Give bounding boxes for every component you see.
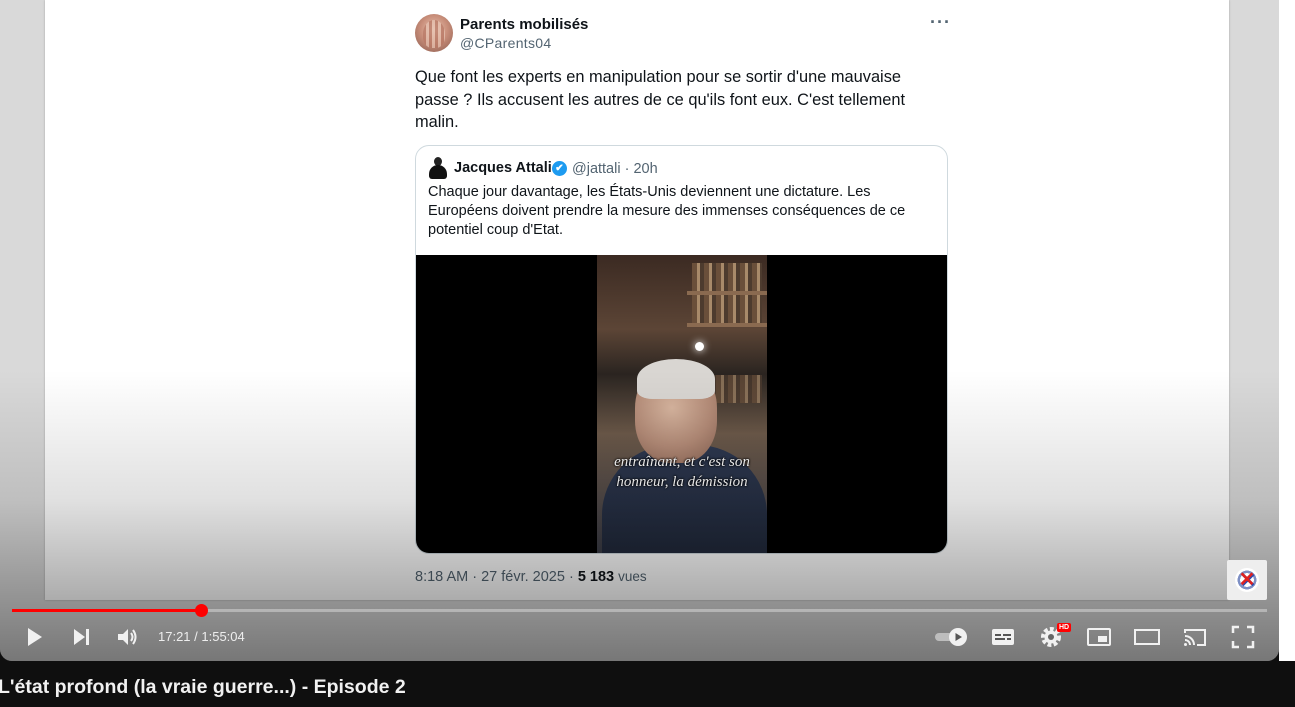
video-player[interactable]: Parents mobilisés @CParents04 ··· Que fo… [0, 0, 1279, 661]
quoted-video: entraînant, et c'est son honneur, la dém… [416, 255, 947, 553]
fullscreen-icon [1231, 625, 1255, 649]
theater-mode-button[interactable] [1134, 624, 1160, 650]
autoplay-toggle-icon [935, 628, 967, 646]
fullscreen-button[interactable] [1230, 624, 1256, 650]
tweet-text: Que font les experts en manipulation pou… [415, 68, 906, 131]
cast-icon [1184, 629, 1206, 646]
miniplayer-button[interactable] [1086, 624, 1112, 650]
subtitles-button[interactable] [990, 624, 1016, 650]
autoplay-toggle[interactable] [934, 624, 970, 650]
video-title: L'état profond (la vraie guerre...) - Ep… [0, 676, 406, 698]
quoted-meta: @jattali · 20h [572, 161, 658, 177]
quoted-author-name: Jacques Attali [454, 160, 552, 176]
play-button[interactable] [21, 624, 47, 650]
miniplayer-icon [1087, 628, 1111, 646]
tweet-footer: 8:18 AM · 27 févr. 2025 · 5 183 vues [415, 569, 647, 585]
quoted-avatar [428, 157, 448, 179]
tweet-author-name: Parents mobilisés [460, 16, 589, 33]
quoted-text: Chaque jour davantage, les États-Unis de… [428, 184, 906, 238]
cast-button[interactable] [1182, 624, 1208, 650]
views-count: 5 183 [577, 569, 615, 585]
next-icon [74, 629, 89, 645]
page-edge [1279, 0, 1295, 661]
avatar [415, 14, 453, 52]
hd-badge: HD [1057, 623, 1072, 632]
theater-icon [1134, 629, 1160, 645]
quoted-tweet: Jacques Attali ✔ @jattali · 20h Chaque j… [415, 145, 948, 554]
video-subtitle: entraînant, et c'est son honneur, la dém… [614, 454, 750, 490]
tweet-author-handle: @CParents04 [460, 35, 552, 51]
volume-button[interactable] [115, 624, 141, 650]
video-frame: Parents mobilisés @CParents04 ··· Que fo… [45, 0, 1229, 600]
more-options-icon: ··· [930, 12, 951, 32]
next-button[interactable] [69, 624, 95, 650]
quoted-video-frame: entraînant, et c'est son honneur, la dém… [597, 255, 767, 553]
volume-icon [118, 629, 137, 645]
tweet-timestamp: 8:18 AM · 27 févr. 2025 · [415, 569, 578, 585]
progress-scrubber[interactable] [194, 604, 208, 617]
progress-played [12, 609, 201, 612]
time-display: 17:21 / 1:55:04 [158, 629, 245, 644]
channel-watermark[interactable]: ✕ [1227, 560, 1267, 600]
play-icon [28, 628, 42, 646]
verified-badge-icon: ✔ [552, 161, 567, 176]
subtitles-icon [992, 629, 1014, 645]
views-label: vues [618, 569, 647, 584]
progress-bar[interactable] [12, 604, 1267, 617]
